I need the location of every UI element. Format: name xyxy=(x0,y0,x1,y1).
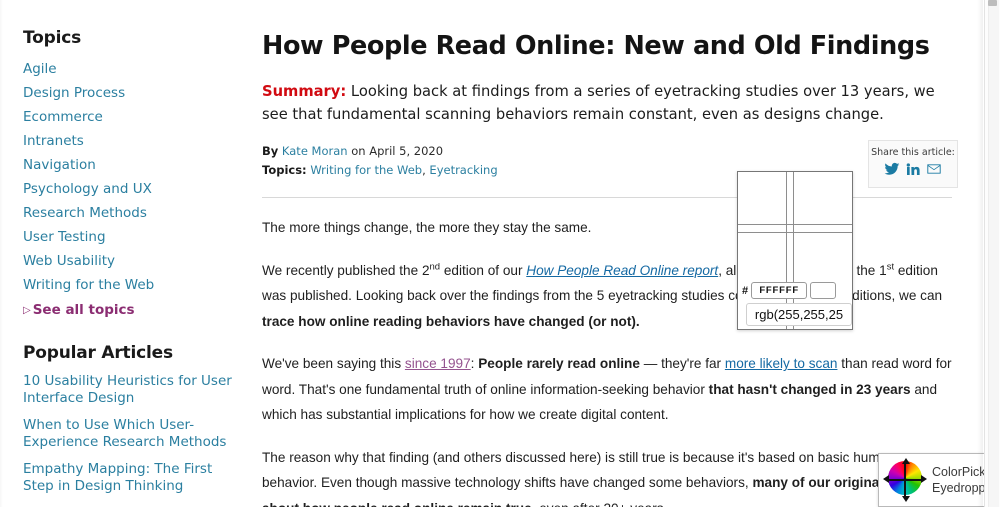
color-wheel-icon xyxy=(883,458,927,502)
p2-bold-trace-how: trace how online reading behaviors have … xyxy=(262,313,640,329)
p3-bold-hasnt-changed: that hasn't changed in 23 years xyxy=(708,381,911,397)
article-topics: Topics: Writing for the Web, Eyetracking xyxy=(262,163,498,177)
sidebar-item-writing-for-the-web[interactable]: Writing for the Web xyxy=(23,276,154,294)
email-icon[interactable] xyxy=(926,161,942,177)
article-content: How People Read Online: New and Old Find… xyxy=(262,0,962,507)
popular-article-research-methods[interactable]: When to Use Which User-Experience Resear… xyxy=(23,417,245,451)
p2-superscript-st: st xyxy=(886,260,895,272)
topics-list: Agile Design Process Ecommerce Intranets… xyxy=(23,60,250,294)
colorpick-magnifier-popup[interactable]: # FFFFFF rgb(255,255,25 xyxy=(737,171,853,330)
sidebar-item-user-testing[interactable]: User Testing xyxy=(23,228,106,246)
list-item: Empathy Mapping: The First Step in Desig… xyxy=(23,461,250,495)
sidebar-item-web-usability[interactable]: Web Usability xyxy=(23,252,115,270)
sidebar-item-navigation[interactable]: Navigation xyxy=(23,156,96,174)
see-all-topics-label: See all topics xyxy=(32,302,135,318)
twitter-icon[interactable] xyxy=(884,161,900,177)
arrow-up-icon xyxy=(902,458,910,464)
sidebar-item-agile[interactable]: Agile xyxy=(23,60,57,78)
byline: By Kate Moran on April 5, 2020 xyxy=(262,142,962,161)
sidebar: Topics Agile Design Process Ecommerce In… xyxy=(0,0,250,507)
page-left-edge xyxy=(0,0,3,507)
share-label: Share this article: xyxy=(871,147,955,158)
page-right-shadow xyxy=(977,0,983,507)
p3-text-a: We've been saying this xyxy=(262,356,405,371)
popular-article-heuristics[interactable]: 10 Usability Heuristics for User Interfa… xyxy=(23,373,245,407)
page-title: How People Read Online: New and Old Find… xyxy=(262,31,930,61)
p4-text-b: , even after 20+ years. xyxy=(532,501,668,507)
share-article-box: Share this article: xyxy=(868,140,958,188)
list-item: Writing for the Web xyxy=(23,276,250,294)
linkedin-icon[interactable] xyxy=(905,161,921,177)
summary-label: Summary: xyxy=(262,83,347,100)
list-item: Research Methods xyxy=(23,204,250,222)
list-item: Intranets xyxy=(23,132,250,150)
article-topic-writing-for-the-web[interactable]: Writing for the Web xyxy=(310,163,422,177)
color-swatch-preview xyxy=(810,282,837,299)
article-summary: Summary: Looking back at findings from a… xyxy=(262,80,952,126)
browser-page: Topics Agile Design Process Ecommerce In… xyxy=(0,0,1000,507)
p3-bold-people-rarely-read: People rarely read online xyxy=(478,356,640,371)
arrow-down-icon xyxy=(902,496,910,502)
sidebar-item-ecommerce[interactable]: Ecommerce xyxy=(23,108,103,126)
byline-date: on April 5, 2020 xyxy=(351,144,444,158)
summary-text: Looking back at findings from a series o… xyxy=(262,83,935,123)
list-item: Design Process xyxy=(23,84,250,102)
vertical-scrollbar-track[interactable] xyxy=(988,0,999,507)
share-icons-group xyxy=(869,161,957,177)
see-all-topics-link[interactable]: ▷ See all topics xyxy=(23,302,135,318)
paragraph-3: We've been saying this since 1997: Peopl… xyxy=(262,351,952,428)
article-topic-eyetracking[interactable]: Eyetracking xyxy=(429,163,497,177)
link-how-people-read-online-report[interactable]: How People Read Online report xyxy=(526,263,718,278)
p2-text-b: edition of our xyxy=(440,262,527,278)
sidebar-item-design-process[interactable]: Design Process xyxy=(23,84,125,102)
topics-heading: Topics xyxy=(23,28,82,48)
sidebar-item-psychology-and-ux[interactable]: Psychology and UX xyxy=(23,180,152,198)
link-more-likely-to-scan[interactable]: more likely to scan xyxy=(725,356,838,371)
p2-superscript-nd: nd xyxy=(429,260,441,272)
crosshair-horizontal-line-bottom xyxy=(738,232,852,233)
list-item: User Testing xyxy=(23,228,250,246)
hex-value-row: # FFFFFF xyxy=(742,282,837,299)
arrow-left-icon xyxy=(883,475,889,483)
list-item: Navigation xyxy=(23,156,250,174)
list-item: When to Use Which User-Experience Resear… xyxy=(23,417,250,451)
link-since-1997[interactable]: since 1997 xyxy=(405,356,471,371)
paragraph-4: The reason why that finding (and others … xyxy=(262,445,952,507)
sidebar-item-research-methods[interactable]: Research Methods xyxy=(23,204,147,222)
crosshair-bar-horizontal xyxy=(887,479,923,481)
p3-text-c: — they're far xyxy=(639,356,725,371)
popular-articles-list: 10 Usability Heuristics for User Interfa… xyxy=(23,373,250,507)
popular-articles-heading: Popular Articles xyxy=(23,343,173,363)
crosshair-horizontal-line-top xyxy=(738,224,852,225)
arrow-right-icon xyxy=(921,475,927,483)
hex-color-input[interactable]: FFFFFF xyxy=(751,282,808,299)
list-item: Agile xyxy=(23,60,250,78)
rgb-value-readout[interactable]: rgb(255,255,25 xyxy=(746,303,852,326)
list-item: Psychology and UX xyxy=(23,180,250,198)
hash-symbol: # xyxy=(742,284,749,297)
list-item: Web Usability xyxy=(23,252,250,270)
p2-text-a: We recently published the 2 xyxy=(262,262,430,278)
list-item: 10 Usability Heuristics for User Interfa… xyxy=(23,373,250,407)
topics-label: Topics: xyxy=(262,163,307,177)
list-item: Ecommerce xyxy=(23,108,250,126)
vertical-scrollbar-thumb[interactable] xyxy=(988,0,997,6)
popular-article-empathy-mapping[interactable]: Empathy Mapping: The First Step in Desig… xyxy=(23,461,245,495)
caret-right-icon: ▷ xyxy=(23,305,31,316)
byline-author-link[interactable]: Kate Moran xyxy=(282,144,348,158)
byline-by-label: By xyxy=(262,144,279,158)
sidebar-item-intranets[interactable]: Intranets xyxy=(23,132,84,150)
